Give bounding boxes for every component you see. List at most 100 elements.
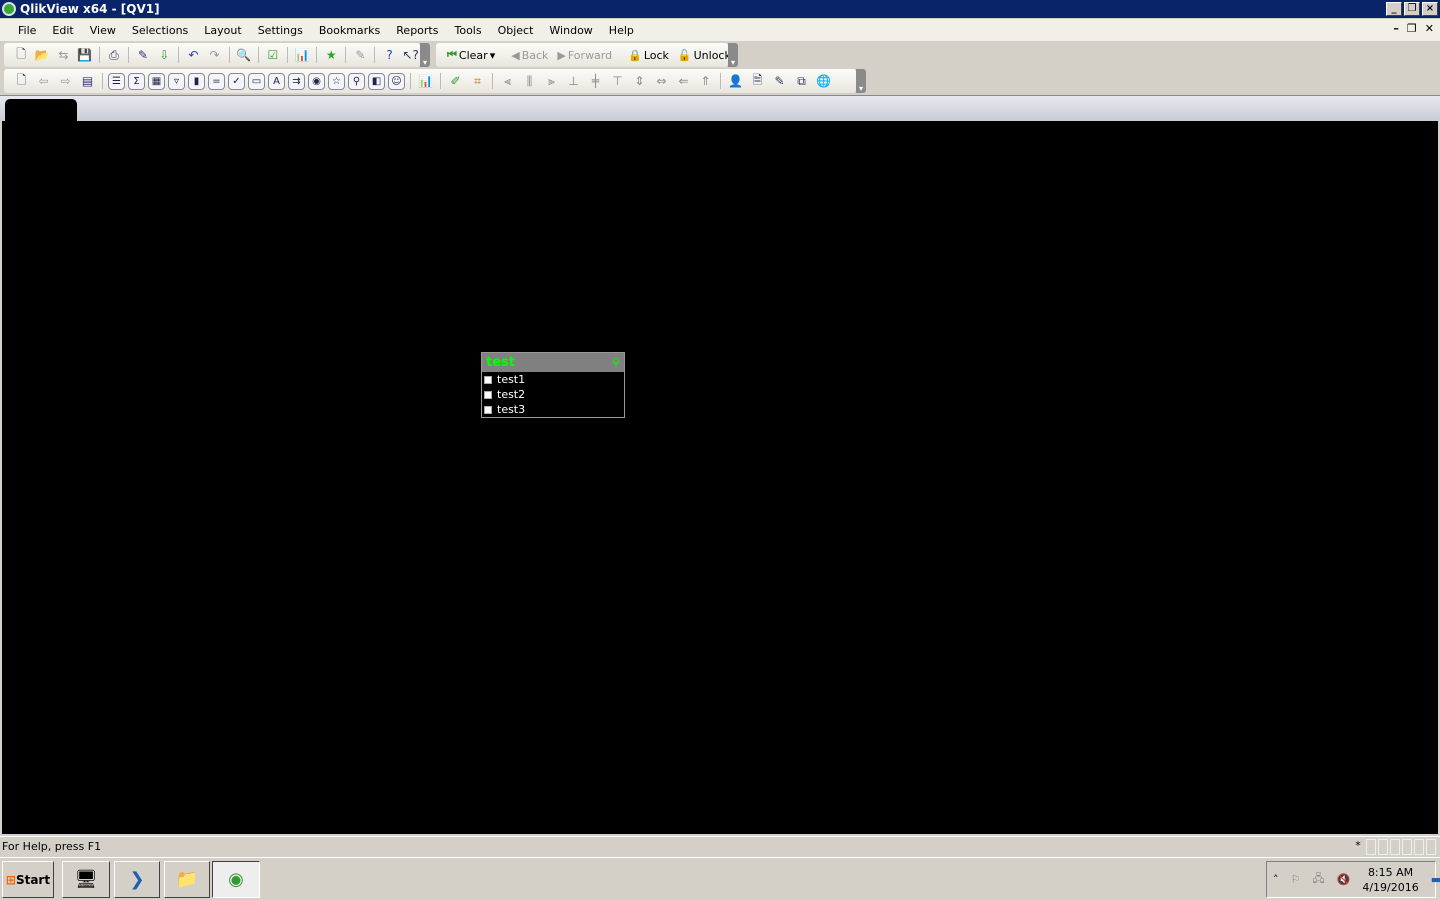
selection-frame-icon[interactable]: ⌗ — [468, 72, 487, 91]
menu-tools[interactable]: Tools — [446, 24, 489, 37]
edit-script-icon[interactable]: ✎ — [134, 46, 152, 65]
promote-sheet-icon[interactable]: ⇦ — [34, 72, 53, 91]
minimize-button[interactable]: _ — [1386, 2, 1402, 16]
current-selections-box-icon[interactable]: ✓ — [228, 72, 245, 90]
restore-button[interactable]: ❐ — [1404, 2, 1420, 16]
menu-file[interactable]: File — [10, 24, 44, 37]
menu-object[interactable]: Object — [490, 24, 542, 37]
custom-object-icon[interactable]: ☺ — [388, 72, 405, 90]
adjust-left-icon[interactable]: ⇐ — [674, 72, 693, 91]
listbox-icon[interactable]: ☰ — [108, 72, 125, 90]
undo-icon[interactable]: ↶ — [184, 46, 202, 65]
list-item[interactable]: test1 — [482, 372, 624, 387]
current-selections-icon[interactable]: ☑ — [264, 46, 282, 65]
taskbar-server-manager[interactable]: 🖥 — [62, 861, 110, 898]
center-horizontal-icon[interactable]: ⫼ — [520, 72, 539, 91]
text-object-icon[interactable]: A — [268, 72, 285, 90]
menu-window[interactable]: Window — [541, 24, 600, 37]
clock[interactable]: 8:15 AM 4/19/2016 — [1362, 865, 1418, 895]
menu-bookmarks[interactable]: Bookmarks — [311, 24, 388, 37]
lock-button[interactable]: 🔒 Lock — [625, 49, 672, 62]
list-item[interactable]: test3 — [482, 402, 624, 417]
menu-help[interactable]: Help — [601, 24, 642, 37]
close-button[interactable]: × — [1422, 2, 1438, 16]
taskbar-powershell[interactable]: ❯ — [114, 861, 160, 898]
align-bottom-icon[interactable]: ⊥ — [564, 72, 583, 91]
button-object-icon[interactable]: ▭ — [248, 72, 265, 90]
sheet-tab[interactable] — [5, 99, 77, 122]
slider-object-icon[interactable]: ◉ — [308, 72, 325, 90]
taskbar-explorer[interactable]: 📁 — [164, 861, 210, 898]
menu-selections[interactable]: Selections — [124, 24, 196, 37]
doc-close-button[interactable]: ✕ — [1425, 22, 1434, 35]
print-icon[interactable]: ⎙ — [105, 46, 123, 65]
menu-settings[interactable]: Settings — [250, 24, 311, 37]
reload-data-icon[interactable]: ⇩ — [155, 46, 173, 65]
redo-icon[interactable]: ↷ — [205, 46, 223, 65]
taskbar-qlikview[interactable]: ◉ — [212, 861, 260, 898]
multi-box-icon[interactable]: ▿ — [168, 72, 185, 90]
back-button[interactable]: ◀ Back — [508, 49, 551, 62]
align-right-icon[interactable]: ⫸ — [542, 72, 561, 91]
user-properties-icon[interactable]: 👤 — [726, 72, 745, 91]
forward-button[interactable]: ▶ Forward — [554, 49, 615, 62]
center-vertical-icon[interactable]: ╪ — [586, 72, 605, 91]
input-box-icon[interactable]: = — [208, 72, 225, 90]
checkbox[interactable] — [484, 375, 492, 384]
reload-icon[interactable]: ⇆ — [54, 46, 72, 65]
new-sheet-icon[interactable]: 🗋 — [12, 72, 31, 91]
chart-icon[interactable]: ▮ — [188, 72, 205, 90]
doc-restore-button[interactable]: ❐ — [1407, 22, 1417, 35]
help-icon[interactable]: ? — [380, 46, 398, 65]
adjust-top-icon[interactable]: ⇑ — [696, 72, 715, 91]
network-icon[interactable]: 🖧 — [1312, 870, 1324, 889]
checkbox[interactable] — [484, 390, 492, 399]
show-hidden-icons-icon[interactable]: ˄ — [1273, 873, 1279, 886]
table-box-icon[interactable]: ▦ — [148, 72, 165, 90]
search-icon[interactable]: 🔍 — [235, 46, 253, 65]
space-vertical-icon[interactable]: ⇕ — [630, 72, 649, 91]
doc-minimize-button[interactable]: – — [1393, 22, 1399, 35]
listbox-test[interactable]: test ⚲ test1 test2 test3 — [481, 352, 625, 418]
align-top-icon[interactable]: ⊤ — [608, 72, 627, 91]
sheet-properties-icon[interactable]: ▤ — [78, 72, 97, 91]
menu-view[interactable]: View — [82, 24, 124, 37]
unlock-button[interactable]: 🔓 Unlock — [675, 49, 734, 62]
search-icon[interactable]: ⚲ — [612, 353, 620, 372]
chart-wizard-icon[interactable]: 📊 — [293, 46, 311, 65]
bookmark-object-icon[interactable]: ☆ — [328, 72, 345, 90]
format-painter-icon[interactable]: ✐ — [446, 72, 465, 91]
line-arrow-object-icon[interactable]: ⇉ — [288, 72, 305, 90]
menu-edit[interactable]: Edit — [44, 24, 81, 37]
checkbox[interactable] — [484, 405, 492, 414]
demote-sheet-icon[interactable]: ⇨ — [56, 72, 75, 91]
show-desktop-icon[interactable]: ▬ — [1431, 873, 1440, 886]
new-document-icon[interactable]: 🗋 — [12, 46, 30, 65]
menu-layout[interactable]: Layout — [196, 24, 249, 37]
clear-button[interactable]: ⏮ Clear ▾ — [444, 48, 498, 62]
align-left-icon[interactable]: ⫷ — [498, 72, 517, 91]
container-icon[interactable]: ◧ — [368, 72, 385, 90]
edit-module-icon[interactable]: ✎ — [770, 72, 789, 91]
action-center-flag-icon[interactable]: ⚐ — [1291, 873, 1301, 886]
fast-chart-icon[interactable]: 📊 — [416, 72, 435, 91]
listbox-caption[interactable]: test ⚲ — [482, 353, 624, 372]
toolbar-overflow-button[interactable]: ▾ — [420, 43, 430, 67]
space-horizontal-icon[interactable]: ⇔ — [652, 72, 671, 91]
web-view-icon[interactable]: 🌐 — [814, 72, 833, 91]
search-object-icon[interactable]: ⚲ — [348, 72, 365, 90]
table-viewer-icon[interactable]: ⧉ — [792, 72, 811, 91]
save-icon[interactable]: 💾 — [76, 46, 94, 65]
toolbar-overflow-button[interactable]: ▾ — [728, 43, 738, 67]
start-button[interactable]: ⊞ Start — [2, 861, 54, 898]
context-help-icon[interactable]: ↖? — [402, 46, 420, 65]
document-properties-icon[interactable]: 🗎 — [748, 72, 767, 91]
open-folder-icon[interactable]: 📂 — [33, 46, 51, 65]
statistics-box-icon[interactable]: Σ — [128, 72, 145, 90]
menu-reports[interactable]: Reports — [388, 24, 446, 37]
volume-muted-icon[interactable]: 🔇 — [1337, 873, 1351, 886]
edit-mode-icon[interactable]: ✎ — [351, 46, 369, 65]
bookmark-star-icon[interactable]: ★ — [322, 46, 340, 65]
toolbar-overflow-button[interactable]: ▾ — [856, 69, 866, 93]
list-item[interactable]: test2 — [482, 387, 624, 402]
